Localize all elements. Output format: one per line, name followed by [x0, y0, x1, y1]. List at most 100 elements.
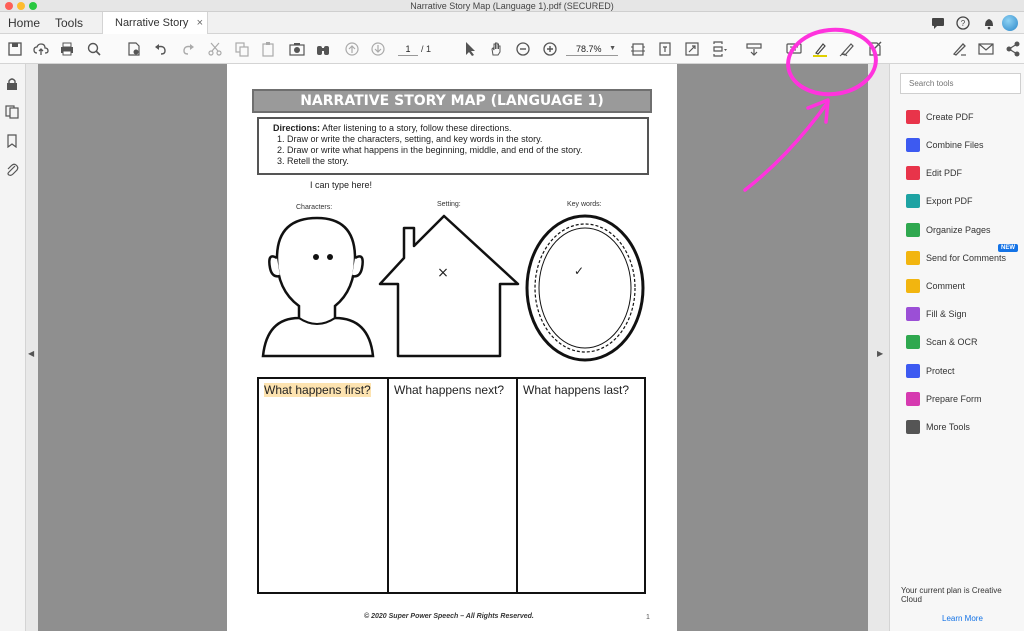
left-navigation-rail — [0, 64, 26, 631]
hand-icon[interactable] — [489, 41, 505, 57]
redo-icon[interactable] — [180, 41, 196, 57]
avatar[interactable] — [1002, 15, 1018, 31]
more-tools-icon — [906, 420, 920, 434]
scan-ocr-icon — [906, 335, 920, 349]
tab-tools[interactable]: Tools — [55, 12, 83, 34]
svg-text:?: ? — [961, 19, 966, 28]
page-number-input[interactable]: 1 — [398, 42, 418, 56]
snapshot-icon[interactable] — [289, 41, 305, 57]
undo-icon[interactable] — [153, 41, 169, 57]
box-first-heading: What happens first? — [264, 383, 371, 397]
page-display-icon[interactable] — [712, 41, 728, 57]
tool-prepare-form[interactable]: Prepare Form — [904, 390, 1022, 408]
select-cursor-icon[interactable] — [462, 41, 478, 57]
tool-label: Comment — [926, 281, 966, 291]
protect-icon[interactable] — [126, 41, 142, 57]
scroll-mode-icon[interactable] — [657, 41, 673, 57]
tool-more-tools[interactable]: More Tools — [904, 418, 1022, 436]
box-last[interactable]: What happens last? — [518, 379, 644, 592]
page-thumbnails-icon[interactable] — [5, 105, 19, 119]
tools-pane: Create PDF Combine Files Edit PDF Export… — [889, 64, 1024, 631]
tool-label: More Tools — [926, 422, 970, 432]
box-next[interactable]: What happens next? — [389, 379, 518, 592]
page-up-icon[interactable] — [344, 41, 360, 57]
page-down-icon[interactable] — [370, 41, 386, 57]
page-number: 1 — [646, 614, 650, 621]
search-tools-input[interactable] — [900, 73, 1021, 94]
tool-scan-ocr[interactable]: Scan & OCR — [904, 333, 1022, 351]
fit-page-icon[interactable] — [630, 41, 646, 57]
paste-icon[interactable] — [260, 41, 276, 57]
right-collapse-arrow-icon[interactable]: ▶ — [877, 349, 883, 358]
tool-label: Organize Pages — [926, 225, 991, 235]
tool-label: Fill & Sign — [926, 309, 967, 319]
box-last-heading: What happens last? — [523, 383, 630, 397]
worksheet-illustrations: × ✓ — [261, 214, 645, 362]
box-next-heading: What happens next? — [394, 383, 505, 397]
lock-icon[interactable] — [5, 77, 19, 91]
tab-home[interactable]: Home — [8, 12, 40, 34]
direction-step: Draw or write the characters, setting, a… — [287, 134, 647, 145]
upload-icon[interactable] — [33, 41, 49, 57]
chat-icon[interactable] — [931, 16, 945, 30]
tool-fill-sign[interactable]: Fill & Sign — [904, 305, 1022, 323]
combine-files-icon — [906, 138, 920, 152]
help-icon[interactable]: ? — [956, 16, 970, 30]
read-aloud-icon[interactable] — [746, 41, 762, 57]
window-title: Narrative Story Map (Language 1).pdf (SE… — [410, 1, 614, 11]
bell-icon[interactable] — [982, 16, 996, 30]
bookmark-icon[interactable] — [5, 134, 19, 149]
tab-document[interactable]: Narrative Story M... × — [102, 12, 208, 51]
highlight-icon[interactable] — [812, 41, 828, 57]
toolbar: 1 / 1 78.7% ▼ — [0, 34, 1024, 64]
direction-step: Draw or write what happens in the beginn… — [287, 145, 647, 156]
tool-combine-files[interactable]: Combine Files — [904, 136, 1022, 154]
tool-protect[interactable]: Protect — [904, 362, 1022, 380]
left-collapse-arrow-icon[interactable]: ◀ — [28, 349, 34, 358]
tool-label: Edit PDF — [926, 168, 963, 178]
sign-icon[interactable] — [951, 41, 967, 57]
setting-caption: Setting: — [437, 201, 461, 208]
zoom-value: 78.7% — [576, 44, 602, 54]
tool-label: Protect — [926, 366, 955, 376]
tool-create-pdf[interactable]: Create PDF — [904, 108, 1022, 126]
organize-pages-icon — [906, 223, 920, 237]
cut-icon[interactable] — [207, 41, 223, 57]
plan-text: Your current plan is Creative Cloud — [901, 586, 1002, 604]
tool-comment[interactable]: Comment — [904, 277, 1022, 295]
comment-icon[interactable] — [786, 41, 802, 57]
search-icon[interactable] — [86, 41, 102, 57]
box-first[interactable]: What happens first? — [259, 379, 389, 592]
copy-icon[interactable] — [234, 41, 250, 57]
full-screen-icon[interactable] — [684, 41, 700, 57]
zoom-out-icon[interactable] — [515, 41, 531, 57]
tool-label: Export PDF — [926, 196, 973, 206]
save-icon[interactable] — [7, 41, 23, 57]
learn-more-link[interactable]: Learn More — [942, 614, 983, 623]
fill-sign-icon — [906, 307, 920, 321]
story-sequence-boxes: What happens first? What happens next? W… — [257, 377, 646, 594]
tool-export-pdf[interactable]: Export PDF — [904, 192, 1022, 210]
zoom-select[interactable]: 78.7% ▼ — [566, 42, 618, 56]
binoculars-icon[interactable] — [315, 41, 331, 57]
new-badge: NEW — [998, 244, 1018, 252]
tool-label: Scan & OCR — [926, 337, 978, 347]
zoom-in-icon[interactable] — [542, 41, 558, 57]
close-tab-icon[interactable]: × — [197, 12, 203, 34]
window-title-bar: Narrative Story Map (Language 1).pdf (SE… — [0, 0, 1024, 12]
directions-text: After listening to a story, follow these… — [320, 123, 512, 133]
tool-edit-pdf[interactable]: Edit PDF — [904, 164, 1022, 182]
tool-label: Create PDF — [926, 112, 974, 122]
tool-organize-pages[interactable]: Organize Pages — [904, 221, 1022, 239]
draw-icon[interactable] — [839, 41, 855, 57]
tool-label: Combine Files — [926, 140, 984, 150]
comment-icon — [906, 279, 920, 293]
email-icon[interactable] — [978, 41, 994, 57]
attachment-icon[interactable] — [5, 162, 19, 176]
print-icon[interactable] — [59, 41, 75, 57]
share-icon[interactable] — [1005, 41, 1021, 57]
stamp-icon[interactable] — [867, 41, 883, 57]
typed-text-note[interactable]: I can type here! — [310, 180, 372, 190]
direction-step: Retell the story. — [287, 156, 647, 167]
key-words-caption: Key words: — [567, 201, 602, 208]
